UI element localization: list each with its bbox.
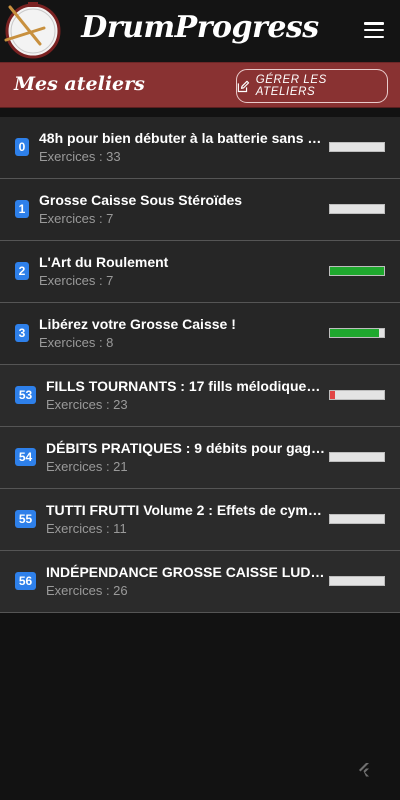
workshop-progress-bar bbox=[329, 142, 385, 152]
workshop-row[interactable]: 54 DÉBITS PRATIQUES : 9 débits pour gagne… bbox=[0, 427, 400, 489]
workshop-title: Libérez votre Grosse Caisse ! bbox=[39, 316, 236, 332]
workshop-progress-fill bbox=[330, 267, 384, 275]
manage-workshops-label: GÉRER LES ATELIERS bbox=[255, 74, 327, 98]
workshop-exercise-count: Exercices : 7 bbox=[39, 273, 114, 288]
workshop-number-badge: 0 bbox=[15, 138, 29, 156]
edit-square-icon bbox=[237, 80, 250, 92]
workshop-title: DÉBITS PRATIQUES : 9 débits pour gagner … bbox=[46, 440, 327, 456]
workshop-row[interactable]: 55 TUTTI FRUTTI Volume 2 : Effets de cymb… bbox=[0, 489, 400, 551]
hamburger-menu-icon[interactable] bbox=[364, 22, 384, 40]
app-title: DrumProgress bbox=[81, 10, 319, 45]
workshop-title: Grosse Caisse Sous Stéroïdes bbox=[39, 192, 243, 208]
workshop-exercise-count: Exercices : 7 bbox=[39, 211, 114, 226]
workshop-progress-bar bbox=[329, 266, 385, 276]
workshop-exercise-count: Exercices : 11 bbox=[46, 521, 127, 536]
flutter-logo-icon[interactable] bbox=[355, 760, 373, 778]
workshop-row[interactable]: 56 INDÉPENDANCE GROSSE CAISSE LUDIQUE : 1… bbox=[0, 551, 400, 613]
workshop-exercise-count: Exercices : 26 bbox=[46, 583, 128, 598]
workshop-list: 0 48h pour bien débuter à la batterie san… bbox=[0, 117, 400, 613]
workshop-number-badge: 1 bbox=[15, 200, 29, 218]
workshop-exercise-count: Exercices : 23 bbox=[46, 397, 128, 412]
workshop-title: TUTTI FRUTTI Volume 2 : Effets de cymbal… bbox=[46, 502, 327, 518]
workshop-progress-bar bbox=[329, 452, 385, 462]
workshop-row[interactable]: 1 Grosse Caisse Sous Stéroïdes Exercices :… bbox=[0, 179, 400, 241]
workshop-progress-bar bbox=[329, 328, 385, 338]
workshop-exercise-count: Exercices : 21 bbox=[46, 459, 128, 474]
workshop-number-badge: 3 bbox=[15, 324, 29, 342]
workshop-number-badge: 2 bbox=[15, 262, 29, 280]
workshop-progress-fill bbox=[330, 329, 379, 337]
workshop-number-badge: 53 bbox=[15, 386, 36, 404]
workshop-progress-bar bbox=[329, 576, 385, 586]
top-app-bar: DrumProgress bbox=[0, 0, 400, 62]
workshop-title: FILLS TOURNANTS : 17 fills mélodiques et… bbox=[46, 378, 327, 394]
workshop-progress-bar bbox=[329, 390, 385, 400]
workshop-exercise-count: Exercices : 8 bbox=[39, 335, 114, 350]
workshop-progress-bar bbox=[329, 204, 385, 214]
workshop-row[interactable]: 3 Libérez votre Grosse Caisse ! Exercices … bbox=[0, 303, 400, 365]
workshop-row[interactable]: 2 L'Art du Roulement Exercices : 7 bbox=[0, 241, 400, 303]
workshop-progress-bar bbox=[329, 514, 385, 524]
workshop-title: L'Art du Roulement bbox=[39, 254, 169, 270]
workshop-number-badge: 55 bbox=[15, 510, 36, 528]
workshop-row[interactable]: 0 48h pour bien débuter à la batterie san… bbox=[0, 117, 400, 179]
section-header: Mes ateliers GÉRER LES ATELIERS bbox=[0, 62, 400, 108]
manage-workshops-button[interactable]: GÉRER LES ATELIERS bbox=[236, 69, 388, 103]
workshop-title: INDÉPENDANCE GROSSE CAISSE LUDIQUE : 10 … bbox=[46, 564, 327, 580]
workshop-title: 48h pour bien débuter à la batterie sans… bbox=[39, 130, 327, 146]
workshop-number-badge: 54 bbox=[15, 448, 36, 466]
workshop-progress-fill bbox=[330, 391, 336, 399]
workshop-number-badge: 56 bbox=[15, 572, 36, 590]
workshop-row[interactable]: 53 FILLS TOURNANTS : 17 fills mélodiques … bbox=[0, 365, 400, 427]
workshop-exercise-count: Exercices : 33 bbox=[39, 149, 121, 164]
section-title: Mes ateliers bbox=[14, 73, 145, 95]
